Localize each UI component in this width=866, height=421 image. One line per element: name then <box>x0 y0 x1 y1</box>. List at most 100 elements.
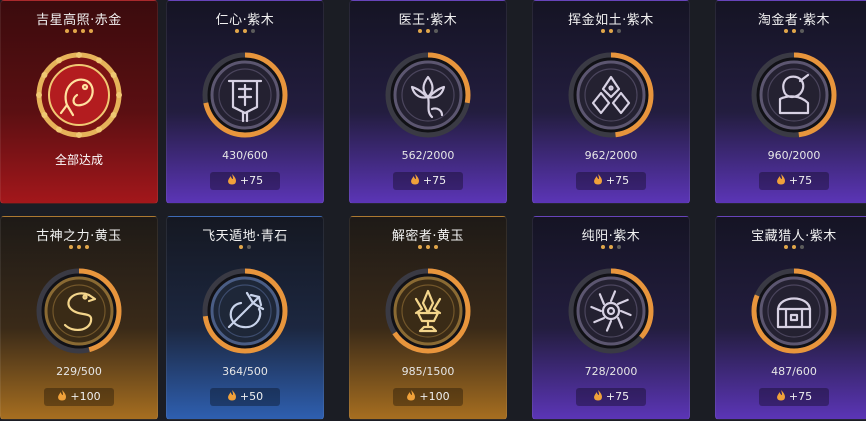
flame-icon <box>776 390 785 401</box>
reward-points: +75 <box>605 174 630 187</box>
reward-points: +75 <box>239 174 264 187</box>
progress-value: 728/2000 <box>584 365 638 378</box>
trident-icon <box>202 268 288 354</box>
reward-points: +75 <box>788 390 813 403</box>
star-dot <box>243 29 247 33</box>
achievement-card[interactable]: 淘金者·紫木 960/2000 +75 <box>715 0 866 204</box>
star-rating <box>716 29 866 33</box>
achievement-card[interactable]: 解密者·黄玉 985/1500 +100 <box>349 216 507 420</box>
achievement-medal <box>746 263 842 359</box>
achievement-grid: 吉星高照·赤金 全部达成 仁心·紫木 430/600 +75 医王·紫木 562/2000 +… <box>0 0 866 421</box>
progress-value: 960/2000 <box>767 149 821 162</box>
progress-value: 487/600 <box>771 365 817 378</box>
star-dot <box>792 245 796 249</box>
flame-icon <box>776 174 785 185</box>
achievement-card[interactable]: 古神之力·黄玉 229/500 +100 <box>0 216 158 420</box>
flame-icon <box>410 174 419 185</box>
flame-icon <box>407 390 416 401</box>
flame-icon <box>593 390 602 401</box>
reward-badge: +100 <box>393 388 463 406</box>
crystal-chalice-icon <box>385 268 471 354</box>
reward-points: +75 <box>422 174 447 187</box>
star-rating <box>167 29 323 33</box>
progress-value: 562/2000 <box>401 149 455 162</box>
star-dot <box>601 245 605 249</box>
star-rating <box>533 29 689 33</box>
lotus-icon <box>385 52 471 138</box>
achievement-medal <box>746 47 842 143</box>
banner-icon <box>202 52 288 138</box>
star-dot <box>434 29 438 33</box>
achievement-medal <box>380 47 476 143</box>
star-dot <box>434 245 438 249</box>
star-rating <box>1 245 157 249</box>
reward-badge: +75 <box>759 388 829 406</box>
reward-points: +75 <box>788 174 813 187</box>
star-dot <box>426 245 430 249</box>
achievement-medal <box>197 263 293 359</box>
achievement-card[interactable]: 飞天遁地·青石 364/500 +50 <box>166 216 324 420</box>
achievement-title: 吉星高照·赤金 <box>36 13 122 28</box>
achievement-title: 仁心·紫木 <box>215 13 275 28</box>
star-dot <box>601 29 605 33</box>
star-dot <box>247 245 251 249</box>
reward-points: +100 <box>419 390 450 403</box>
star-rating <box>167 245 323 249</box>
achievement-title: 解密者·黄玉 <box>391 229 465 244</box>
progress-value: 962/2000 <box>584 149 638 162</box>
reward-badge: +75 <box>576 172 646 190</box>
achievement-medal <box>380 263 476 359</box>
achievement-medal <box>31 263 127 359</box>
achievement-title: 宝藏猎人·紫木 <box>751 229 837 244</box>
achievement-card[interactable]: 医王·紫木 562/2000 +75 <box>349 0 507 204</box>
flame-icon <box>593 174 602 185</box>
achievement-medal <box>563 47 659 143</box>
achievement-card[interactable]: 挥金如土·紫木 962/2000 +75 <box>532 0 690 204</box>
achievement-medal <box>31 47 127 143</box>
star-dot <box>89 29 93 33</box>
star-dot <box>792 29 796 33</box>
star-dot <box>609 29 613 33</box>
reward-badge: +75 <box>210 172 280 190</box>
achievement-card[interactable]: 仁心·紫木 430/600 +75 <box>166 0 324 204</box>
star-dot <box>239 245 243 249</box>
progress-value: 430/600 <box>222 149 268 162</box>
star-dot <box>81 29 85 33</box>
achievement-medal <box>197 47 293 143</box>
star-dot <box>251 29 255 33</box>
star-dot <box>85 245 89 249</box>
star-dot <box>426 29 430 33</box>
achievement-title: 飞天遁地·青石 <box>202 229 288 244</box>
star-dot <box>418 29 422 33</box>
reward-badge: +75 <box>759 172 829 190</box>
achievement-card[interactable]: 纯阳·紫木 728/2000 +75 <box>532 216 690 420</box>
reward-points: +50 <box>239 390 264 403</box>
reward-points: +100 <box>70 390 101 403</box>
digger-icon <box>751 52 837 138</box>
reward-badge: +75 <box>393 172 463 190</box>
star-dot <box>609 245 613 249</box>
reward-badge: +100 <box>44 388 114 406</box>
treasure-chest-icon <box>751 268 837 354</box>
achievement-card[interactable]: 宝藏猎人·紫木 487/600 +75 <box>715 216 866 420</box>
star-dot <box>784 245 788 249</box>
achievement-title: 挥金如土·紫木 <box>568 13 654 28</box>
achievement-title: 纯阳·紫木 <box>581 229 641 244</box>
achievement-medal <box>563 263 659 359</box>
star-rating <box>533 245 689 249</box>
star-dot <box>617 245 621 249</box>
star-dot <box>73 29 77 33</box>
progress-value: 229/500 <box>56 365 102 378</box>
star-rating <box>1 29 157 33</box>
star-dot <box>617 29 621 33</box>
completion-status: 全部达成 <box>54 153 103 167</box>
star-dot <box>65 29 69 33</box>
star-dot <box>77 245 81 249</box>
star-dot <box>235 29 239 33</box>
flame-icon <box>58 390 67 401</box>
achievement-card[interactable]: 吉星高照·赤金 全部达成 <box>0 0 158 204</box>
koi-fish-icon <box>36 52 122 138</box>
progress-value: 364/500 <box>222 365 268 378</box>
achievement-title: 淘金者·紫木 <box>757 13 831 28</box>
flame-icon <box>227 174 236 185</box>
